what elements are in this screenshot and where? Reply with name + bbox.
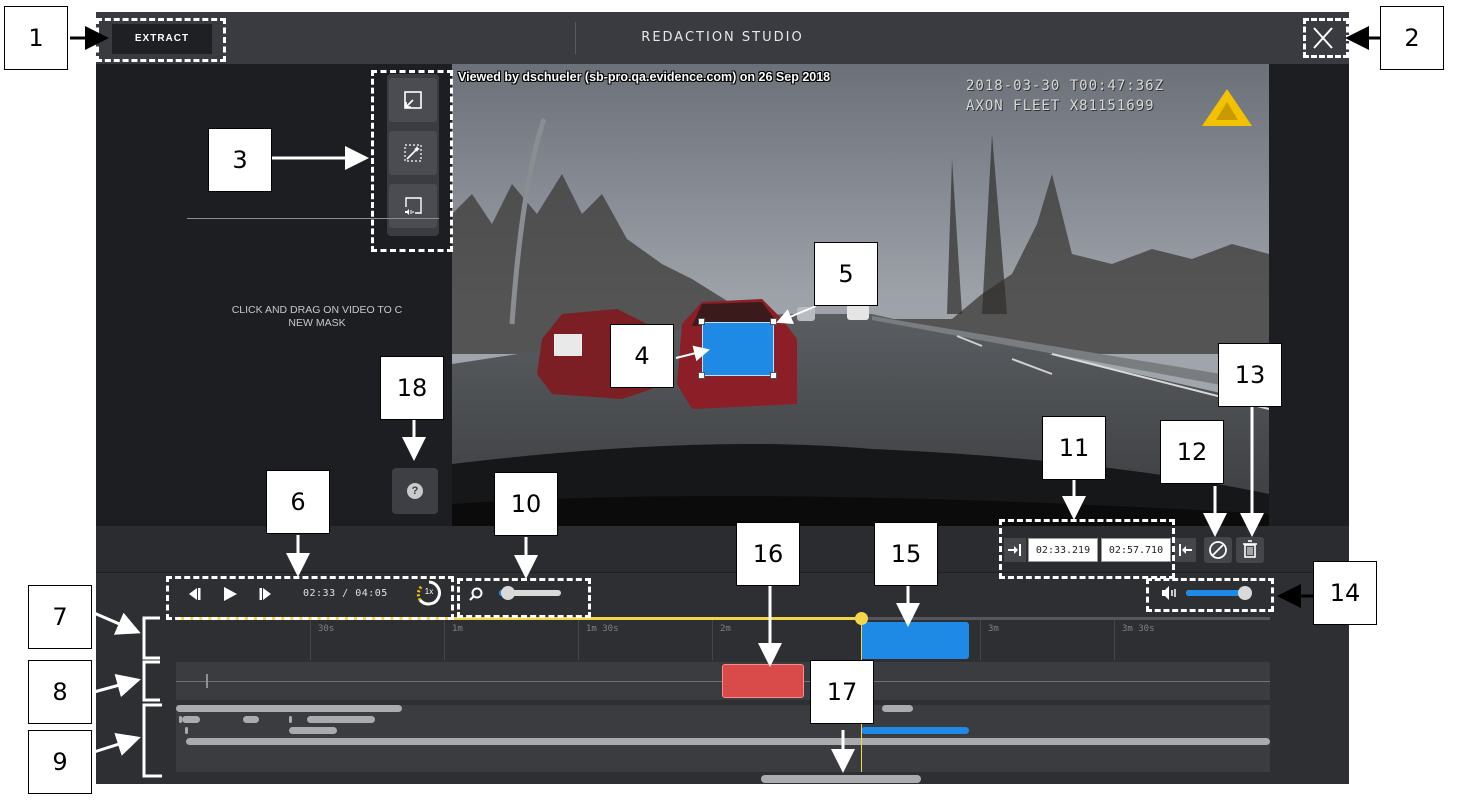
callout-6: 6 [266, 470, 330, 534]
callout-8: 8 [28, 660, 92, 724]
callout-5: 5 [814, 242, 878, 306]
callout-13: 13 [1218, 343, 1282, 407]
callout-14: 14 [1313, 561, 1377, 625]
callout-18: 18 [380, 356, 444, 420]
callout-12: 12 [1160, 420, 1224, 484]
callout-10: 10 [494, 472, 558, 536]
callout-15: 15 [874, 522, 938, 586]
callout-11: 11 [1042, 416, 1106, 480]
callout-9: 9 [28, 730, 92, 794]
callout-4: 4 [610, 324, 674, 388]
callout-2: 2 [1380, 6, 1444, 70]
callout-16: 16 [736, 522, 800, 586]
callout-3: 3 [208, 128, 272, 192]
callout-17: 17 [810, 660, 874, 724]
callout-7: 7 [28, 585, 92, 649]
callout-1: 1 [4, 6, 68, 70]
